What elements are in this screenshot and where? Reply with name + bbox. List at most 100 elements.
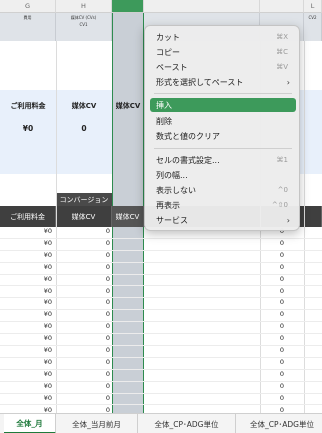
cell-h[interactable]: 0 bbox=[56, 251, 112, 259]
menu-item-delete[interactable]: 削除 bbox=[150, 114, 296, 128]
cell-g[interactable]: ¥0 bbox=[0, 334, 56, 342]
cell-k[interactable]: 0 bbox=[260, 334, 304, 342]
cell-k[interactable]: 0 bbox=[260, 239, 304, 247]
table-row[interactable]: ¥0 0 0 bbox=[0, 382, 322, 394]
cell-g[interactable]: ¥0 bbox=[0, 346, 56, 354]
sheet-tab-bar: 全体_月 全体_当月前月 全体_CP･ADG単位 全体_CP･ADG単位 bbox=[0, 413, 322, 433]
cell-k[interactable]: 0 bbox=[260, 287, 304, 295]
table-row[interactable]: ¥0 0 0 bbox=[0, 394, 322, 406]
cell-k[interactable]: 0 bbox=[260, 251, 304, 259]
cell-h[interactable]: 0 bbox=[56, 287, 112, 295]
row1-cell-h[interactable]: 媒体CV (CVs) CV1 bbox=[56, 13, 112, 41]
context-menu: カット ⌘X コピー ⌘C ペースト ⌘V 形式を選択してペースト › 挿入 削除 数式… bbox=[144, 25, 300, 231]
menu-item-format-cells[interactable]: セルの書式設定... ⌘1 bbox=[150, 153, 296, 167]
menu-item-unhide[interactable]: 再表示 ^⇧0 bbox=[150, 198, 296, 212]
cell-g[interactable]: ¥0 bbox=[0, 370, 56, 378]
table-row[interactable]: ¥0 0 0 bbox=[0, 310, 322, 323]
summary-cv-value[interactable]: 0 bbox=[56, 124, 112, 133]
row1-cell-l[interactable]: CV2 bbox=[304, 13, 322, 41]
cell-h[interactable]: 0 bbox=[56, 394, 112, 402]
cell-g[interactable]: ¥0 bbox=[0, 275, 56, 283]
table-row[interactable]: ¥0 0 0 bbox=[0, 287, 322, 299]
menu-item-services[interactable]: サービス › bbox=[150, 213, 296, 227]
table-row[interactable]: ¥0 0 0 bbox=[0, 358, 322, 370]
cell-g[interactable]: ¥0 bbox=[0, 227, 56, 235]
table-row[interactable]: ¥0 0 0 bbox=[0, 346, 322, 358]
header-fee[interactable]: ご利用料金 bbox=[0, 206, 56, 227]
menu-item-paste-special[interactable]: 形式を選択してペースト › bbox=[150, 75, 296, 89]
cell-g[interactable]: ¥0 bbox=[0, 382, 56, 390]
cell-g[interactable]: ¥0 bbox=[0, 287, 56, 295]
cell-h[interactable]: 0 bbox=[56, 382, 112, 390]
menu-item-paste[interactable]: ペースト ⌘V bbox=[150, 60, 296, 74]
tab-zentai-tsuki[interactable]: 全体_月 bbox=[4, 414, 56, 433]
table-row[interactable]: ¥0 0 0 bbox=[0, 298, 322, 311]
cell-k[interactable]: 0 bbox=[260, 394, 304, 402]
cell-h[interactable]: 0 bbox=[56, 346, 112, 354]
menu-item-cut[interactable]: カット ⌘X bbox=[150, 30, 296, 44]
column-header-j[interactable] bbox=[144, 0, 260, 13]
cell-h[interactable]: 0 bbox=[56, 239, 112, 247]
table-row[interactable]: ¥0 0 0 bbox=[0, 334, 322, 346]
column-header-l[interactable]: L bbox=[304, 0, 322, 13]
menu-separator bbox=[154, 148, 292, 149]
cell-h[interactable]: 0 bbox=[56, 358, 112, 366]
cell-k[interactable]: 0 bbox=[260, 370, 304, 378]
column-letter: L bbox=[310, 2, 315, 10]
chevron-right-icon: › bbox=[286, 215, 290, 225]
chevron-right-icon: › bbox=[286, 77, 290, 87]
summary-cv-label[interactable]: 媒体CV bbox=[56, 101, 112, 111]
column-header-k[interactable] bbox=[260, 0, 304, 13]
menu-item-column-width[interactable]: 列の幅... bbox=[150, 168, 296, 182]
header-media-cv-selected[interactable]: 媒体CV bbox=[112, 206, 144, 227]
tab-zentai-cp-adg-2[interactable]: 全体_CP･ADG単位 bbox=[236, 414, 322, 433]
cell-k[interactable]: 0 bbox=[260, 322, 304, 330]
cell-h[interactable]: 0 bbox=[56, 275, 112, 283]
menu-item-hide[interactable]: 表示しない ^0 bbox=[150, 183, 296, 197]
table-row[interactable]: ¥0 0 0 bbox=[0, 239, 322, 251]
cell-k[interactable]: 0 bbox=[260, 275, 304, 283]
table-row[interactable]: ¥0 0 0 bbox=[0, 263, 322, 275]
summary-fee-value[interactable]: ¥0 bbox=[0, 124, 56, 133]
summary-cv-label-selected[interactable]: 媒体CV bbox=[112, 101, 144, 111]
cell-g[interactable]: ¥0 bbox=[0, 322, 56, 330]
table-row[interactable]: ¥0 0 0 bbox=[0, 322, 322, 335]
cell-g[interactable]: ¥0 bbox=[0, 358, 56, 366]
cell-k[interactable]: 0 bbox=[260, 358, 304, 366]
menu-item-insert[interactable]: 挿入 bbox=[150, 98, 296, 112]
tab-zentai-tougetsu-zengetsu[interactable]: 全体_当月前月 bbox=[56, 414, 138, 433]
cell-h[interactable]: 0 bbox=[56, 298, 112, 306]
cell-h[interactable]: 0 bbox=[56, 227, 112, 235]
column-header-i-selected[interactable] bbox=[112, 0, 144, 13]
cell-g[interactable]: ¥0 bbox=[0, 310, 56, 318]
cell-g[interactable]: ¥0 bbox=[0, 251, 56, 259]
cell-h[interactable]: 0 bbox=[56, 263, 112, 271]
tab-zentai-cp-adg[interactable]: 全体_CP･ADG単位 bbox=[138, 414, 236, 433]
cell-k[interactable]: 0 bbox=[260, 298, 304, 306]
table-row[interactable]: ¥0 0 0 bbox=[0, 251, 322, 263]
column-letter: H bbox=[81, 2, 86, 10]
cell-k[interactable]: 0 bbox=[260, 382, 304, 390]
cell-h[interactable]: 0 bbox=[56, 322, 112, 330]
menu-item-copy[interactable]: コピー ⌘C bbox=[150, 45, 296, 59]
cell-h[interactable]: 0 bbox=[56, 310, 112, 318]
header-media-cv[interactable]: 媒体CV bbox=[56, 206, 112, 227]
cell-g[interactable]: ¥0 bbox=[0, 263, 56, 271]
column-header-g[interactable]: G bbox=[0, 0, 56, 13]
column-header-h[interactable]: H bbox=[56, 0, 112, 13]
menu-item-clear-contents[interactable]: 数式と値のクリア bbox=[150, 129, 296, 143]
row1-cell-g[interactable]: 費用 bbox=[0, 13, 56, 41]
column-letter: G bbox=[24, 2, 31, 10]
cell-k[interactable]: 0 bbox=[260, 263, 304, 271]
cell-k[interactable]: 0 bbox=[260, 310, 304, 318]
cell-g[interactable]: ¥0 bbox=[0, 394, 56, 402]
table-row[interactable]: ¥0 0 0 bbox=[0, 370, 322, 382]
cell-g[interactable]: ¥0 bbox=[0, 239, 56, 247]
cell-k[interactable]: 0 bbox=[260, 346, 304, 354]
cell-g[interactable]: ¥0 bbox=[0, 298, 56, 306]
table-row[interactable]: ¥0 0 0 bbox=[0, 275, 322, 287]
cell-h[interactable]: 0 bbox=[56, 334, 112, 342]
conversion-header[interactable]: コンバージョン bbox=[56, 193, 112, 206]
cell-h[interactable]: 0 bbox=[56, 370, 112, 378]
summary-fee-label[interactable]: ご利用料金 bbox=[0, 101, 56, 111]
